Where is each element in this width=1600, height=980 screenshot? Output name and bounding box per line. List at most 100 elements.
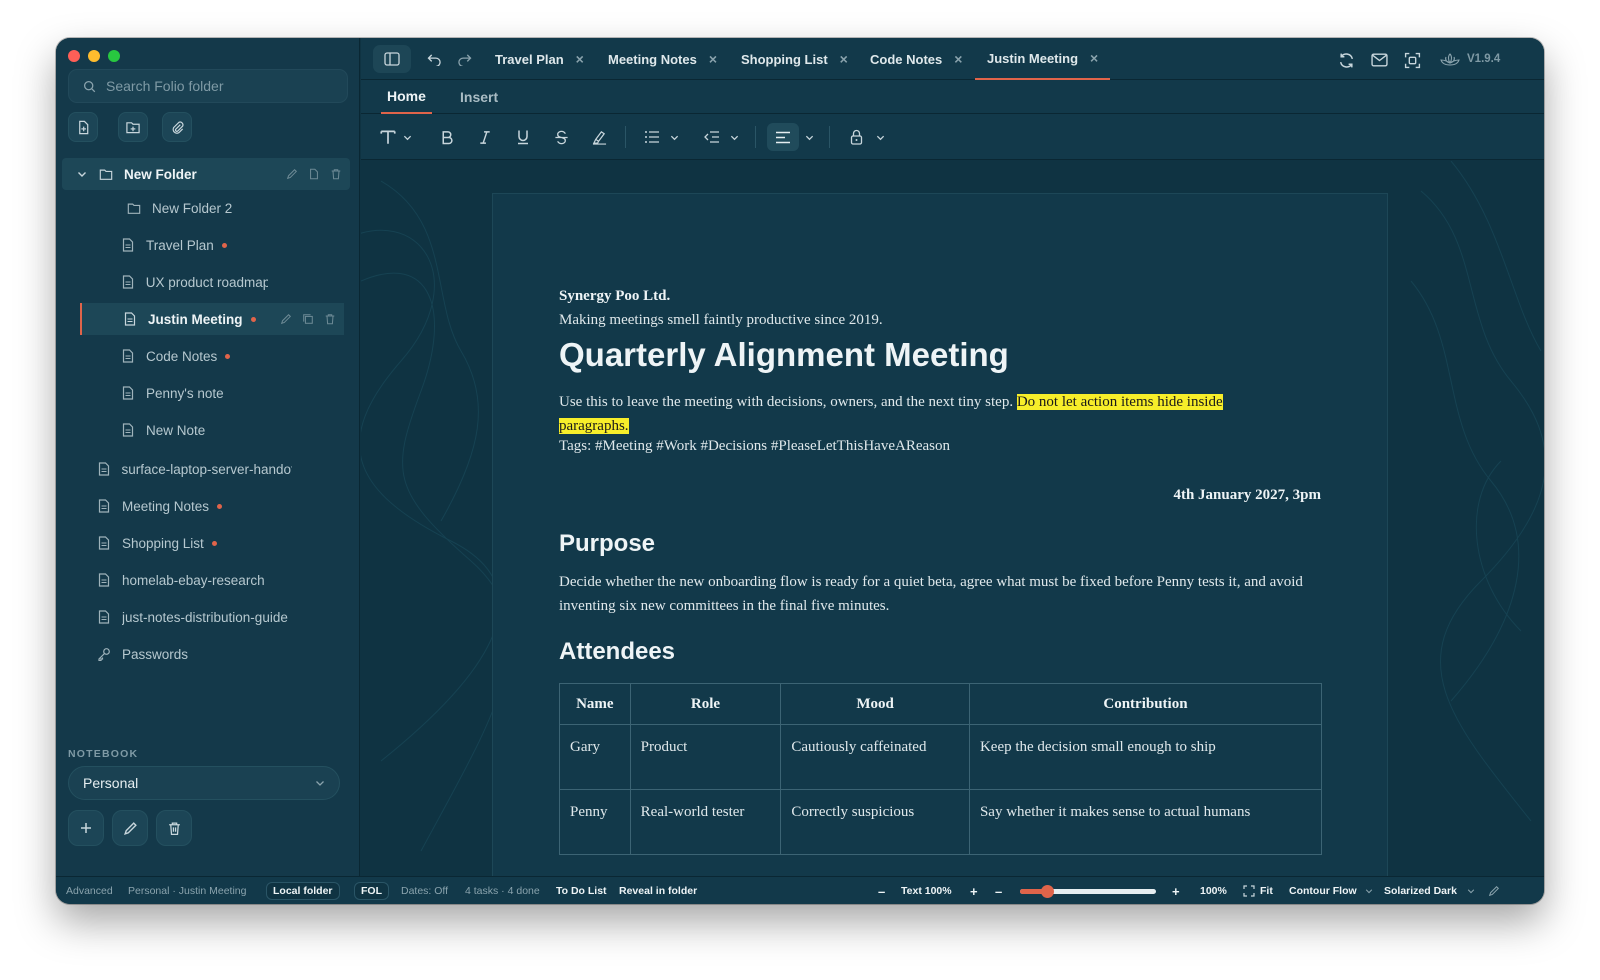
tab-travel-plan[interactable]: Travel Plan × <box>495 38 584 80</box>
tree-item-code-notes[interactable]: Code Notes <box>120 340 231 372</box>
strikethrough-button[interactable] <box>549 123 573 151</box>
indent-dropdown[interactable] <box>699 123 743 151</box>
table-cell[interactable]: Product <box>629 724 782 790</box>
edit-notebook-button[interactable] <box>112 810 148 846</box>
tree-item-new-folder-2[interactable]: New Folder 2 <box>126 192 232 224</box>
list-dropdown[interactable] <box>639 123 683 151</box>
align-dropdown[interactable] <box>802 123 816 151</box>
tree-item-surface-laptop[interactable]: surface-laptop-server-handoff <box>96 453 292 485</box>
align-button[interactable] <box>767 123 799 151</box>
tree-item-justin-meeting[interactable]: Justin Meeting <box>80 303 344 335</box>
table-cell[interactable]: Gary <box>559 724 631 790</box>
local-folder-badge[interactable]: Local folder <box>266 877 340 904</box>
version-label: V1.9.4 <box>1467 53 1501 65</box>
lotus-icon <box>1439 52 1461 68</box>
tab-insert[interactable]: Insert <box>460 80 498 114</box>
zoom-slider-handle[interactable] <box>1041 885 1055 898</box>
italic-button[interactable] <box>473 123 497 151</box>
tab-justin-meeting[interactable]: Justin Meeting × <box>975 38 1111 80</box>
new-folder-button[interactable] <box>118 112 148 142</box>
tree-item-label: Shopping List <box>122 535 204 551</box>
close-tab-icon[interactable]: × <box>709 51 717 67</box>
flow-select[interactable]: Contour Flow <box>1289 877 1373 904</box>
add-notebook-button[interactable] <box>68 810 104 846</box>
fol-badge[interactable]: FOL <box>354 877 389 904</box>
tree-item-label: Travel Plan <box>146 237 214 253</box>
focus-button[interactable] <box>1401 49 1423 71</box>
tab-shopping-list[interactable]: Shopping List × <box>741 38 848 80</box>
tab-code-notes[interactable]: Code Notes × <box>870 38 962 80</box>
bold-button[interactable] <box>435 123 459 151</box>
text-zoom-in-button[interactable]: + <box>970 877 978 904</box>
fit-button[interactable]: Fit <box>1243 877 1273 904</box>
table-cell[interactable]: Say whether it makes sense to actual hum… <box>968 789 1323 855</box>
text-zoom-out-button[interactable]: – <box>878 877 885 904</box>
close-tab-icon[interactable]: × <box>954 51 962 67</box>
dates-toggle[interactable]: Dates: Off <box>401 877 448 904</box>
purpose-heading: Purpose <box>559 530 656 557</box>
purpose-body: Decide whether the new onboarding flow i… <box>559 574 1303 614</box>
rename-icon[interactable] <box>280 313 292 325</box>
table-cell[interactable]: Keep the decision small enough to ship <box>968 724 1323 790</box>
lotus-menu-button[interactable] <box>1437 49 1463 71</box>
text-style-dropdown[interactable] <box>375 123 415 151</box>
table-cell[interactable]: Cautiously caffeinated <box>780 724 970 790</box>
tab-meeting-notes[interactable]: Meeting Notes × <box>608 38 717 80</box>
theme-select[interactable]: Solarized Dark <box>1384 877 1475 904</box>
redo-button[interactable] <box>453 48 475 70</box>
highlight-button[interactable] <box>587 123 611 151</box>
close-tab-icon[interactable]: × <box>1090 50 1098 66</box>
zoom-window-button[interactable] <box>108 50 120 62</box>
zoom-out-button[interactable]: – <box>995 877 1002 904</box>
tree-item-new-note[interactable]: New Note <box>120 414 205 446</box>
close-window-button[interactable] <box>68 50 80 62</box>
table-cell[interactable]: Real-world tester <box>629 789 782 855</box>
notebook-select[interactable]: Personal <box>68 766 340 800</box>
tree-item-label: Justin Meeting <box>148 311 243 327</box>
zoom-in-button[interactable]: + <box>1172 877 1180 904</box>
tree-item-passwords[interactable]: Passwords <box>96 638 188 670</box>
table-cell[interactable]: Penny <box>559 789 631 855</box>
tree-item-shopping-list[interactable]: Shopping List <box>96 527 217 559</box>
advanced-toggle[interactable]: Advanced <box>66 877 113 904</box>
undo-button[interactable] <box>423 48 445 70</box>
trash-icon[interactable] <box>330 168 342 180</box>
duplicate-icon[interactable] <box>302 313 314 325</box>
todo-list-button[interactable]: To Do List <box>556 877 607 904</box>
tree-item-travel-plan[interactable]: Travel Plan <box>120 229 227 261</box>
lock-dropdown[interactable] <box>845 123 889 151</box>
tree-item-meeting-notes[interactable]: Meeting Notes <box>96 490 223 522</box>
attendees-table[interactable]: Name Role Mood Contribution Gary Product… <box>559 683 1323 855</box>
close-tab-icon[interactable]: × <box>840 51 848 67</box>
chevron-down-icon[interactable] <box>74 169 90 179</box>
tree-item-homelab-ebay-research[interactable]: homelab-ebay-research <box>96 564 265 596</box>
tree-item-label: New Folder <box>124 166 197 182</box>
delete-notebook-button[interactable] <box>156 810 192 846</box>
sync-button[interactable] <box>1335 49 1357 71</box>
table-cell[interactable]: Correctly suspicious <box>780 789 970 855</box>
toggle-sidebar-button[interactable] <box>373 45 411 73</box>
reveal-in-folder-button[interactable]: Reveal in folder <box>619 877 697 904</box>
tree-item-new-folder[interactable]: New Folder <box>62 158 350 190</box>
new-note-button[interactable] <box>68 112 98 142</box>
search-input[interactable]: Search Folio folder <box>68 69 348 103</box>
minimize-window-button[interactable] <box>88 50 100 62</box>
tree-item-ux-product-roadmap[interactable]: UX product roadmap <box>120 266 268 298</box>
attach-button[interactable] <box>162 112 192 142</box>
pencil-icon <box>1488 885 1500 897</box>
underline-button[interactable] <box>511 123 535 151</box>
tree-item-distribution-guide[interactable]: just-notes-distribution-guide <box>96 601 292 633</box>
trash-icon[interactable] <box>324 313 336 325</box>
close-tab-icon[interactable]: × <box>576 51 584 67</box>
chevron-down-icon <box>403 133 412 142</box>
rename-icon[interactable] <box>286 168 298 180</box>
tree-item-pennys-note[interactable]: Penny's note <box>120 377 224 409</box>
zoom-slider[interactable] <box>1020 885 1156 898</box>
document-page[interactable]: Synergy Poo Ltd. Making meetings smell f… <box>492 193 1388 876</box>
new-folder-icon <box>125 120 141 135</box>
add-file-icon[interactable] <box>308 168 320 180</box>
email-button[interactable] <box>1368 49 1390 71</box>
tab-home[interactable]: Home <box>381 80 432 114</box>
edit-theme-button[interactable] <box>1488 877 1500 904</box>
tab-label: Meeting Notes <box>608 51 697 67</box>
